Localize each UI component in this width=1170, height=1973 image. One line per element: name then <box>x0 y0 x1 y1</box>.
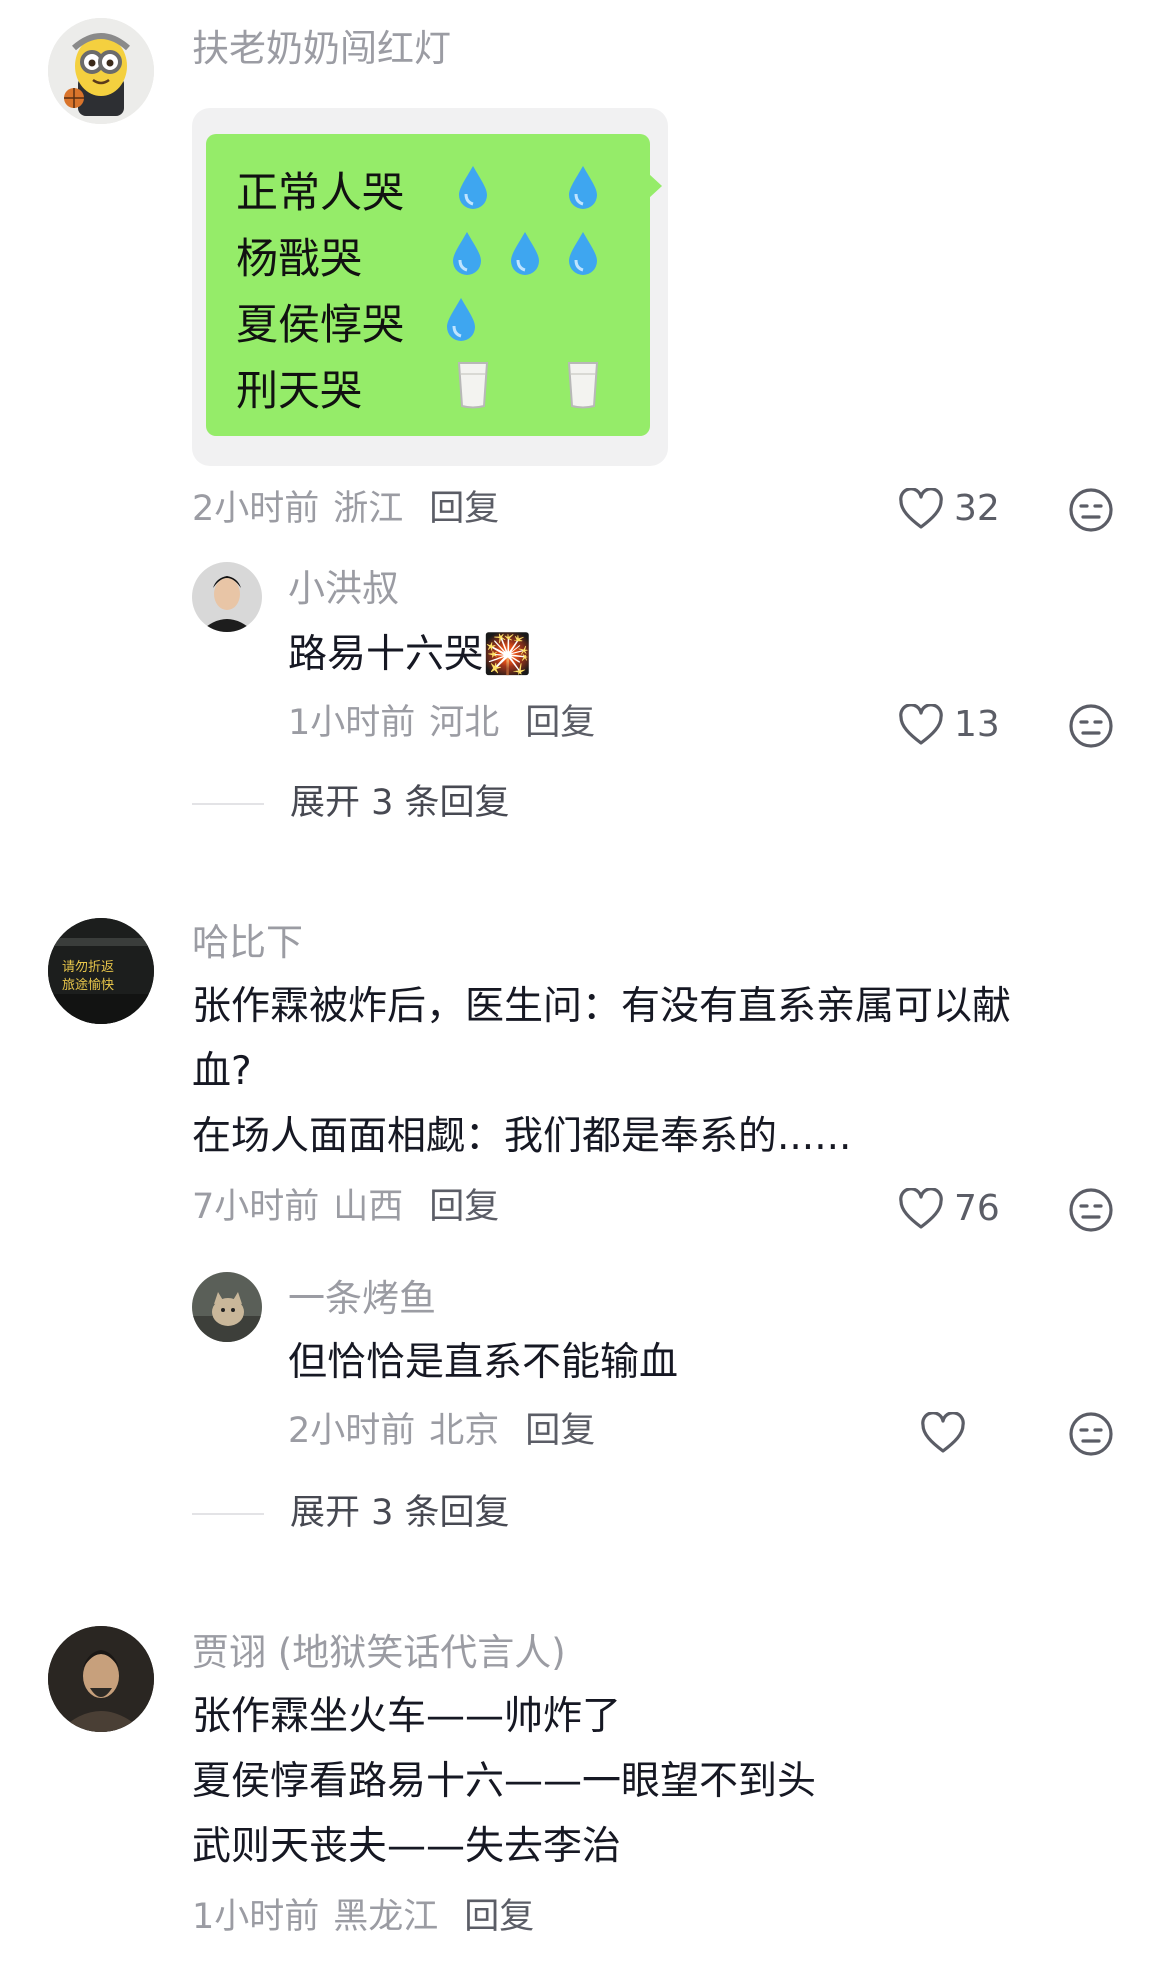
expand-replies-label: 展开 3 条回复 <box>290 1493 510 1533</box>
avatar-sign-text-2: 旅途愉快 <box>62 978 115 993</box>
reply-button[interactable]: 回复 <box>525 1411 595 1451</box>
cat-avatar-icon <box>192 1272 262 1342</box>
water-drop-icon <box>569 166 597 209</box>
heart-icon <box>899 488 943 529</box>
person-avatar-icon <box>192 562 262 632</box>
dislike-face-icon[interactable] <box>1068 1411 1114 1457</box>
chat-line-2: 杨戬哭 <box>236 234 363 283</box>
reply-time: 1小时前 <box>288 703 416 743</box>
water-drop-icon <box>453 232 481 275</box>
comment-time: 1小时前 <box>192 1897 320 1937</box>
avatar[interactable] <box>48 1626 154 1732</box>
avatar[interactable] <box>48 18 154 124</box>
reply-username[interactable]: 一条烤鱼 <box>288 1280 436 1317</box>
person-avatar-icon <box>48 1626 154 1732</box>
comment-username[interactable]: 贾诩 (地狱笑话代言人) <box>192 1634 566 1671</box>
water-drop-icon <box>459 166 487 209</box>
chat-line-3: 夏侯惇哭 <box>236 300 405 349</box>
milk-glass-icon <box>457 362 489 409</box>
bottom-mask <box>0 1943 1170 1973</box>
avatar[interactable] <box>192 562 262 632</box>
expand-replies-button[interactable]: 展开 3 条回复 <box>192 786 510 821</box>
comment-meta: 7小时前 山西 回复 <box>192 1190 499 1225</box>
like-button[interactable]: 32 <box>898 488 1000 530</box>
reply-meta: 2小时前 北京 回复 <box>288 1414 595 1449</box>
like-count: 32 <box>954 488 1000 529</box>
expand-replies-button[interactable]: 展开 3 条回复 <box>192 1496 510 1531</box>
dislike-face-icon[interactable] <box>1068 1187 1114 1233</box>
chat-line-4: 刑天哭 <box>236 366 363 415</box>
reply-button[interactable]: 回复 <box>464 1897 534 1937</box>
heart-icon <box>899 1188 943 1229</box>
reply-username[interactable]: 小洪叔 <box>288 570 399 607</box>
comment-line: 张作霖坐火车——帅炸了 <box>192 1694 622 1739</box>
comment-line: 在场人面面相觑：我们都是奉系的...... <box>192 1114 852 1159</box>
dislike-face-icon[interactable] <box>1068 703 1114 749</box>
reply-content: 路易十六哭🎇 <box>288 632 532 677</box>
comment-time: 2小时前 <box>192 489 320 529</box>
reply-button[interactable]: 回复 <box>429 489 499 529</box>
expand-replies-label: 展开 3 条回复 <box>290 783 510 823</box>
comment-line: 血? <box>192 1049 252 1094</box>
comment-meta: 1小时前 黑龙江 回复 <box>192 1900 534 1935</box>
reply-location: 北京 <box>429 1411 500 1451</box>
chat-bubble: 正常人哭 杨戬哭 夏侯惇哭 刑天哭 <box>206 134 662 436</box>
comment-content: 张作霖被炸后，医生问：有没有直系亲属可以献 血? 在场人面面相觑：我们都是奉系的… <box>192 974 1011 1169</box>
comment-username[interactable]: 哈比下 <box>192 924 303 961</box>
reply-location: 河北 <box>429 703 500 743</box>
reply-content: 但恰恰是直系不能输血 <box>288 1340 679 1385</box>
chat-line-1: 正常人哭 <box>236 168 405 217</box>
comment-username[interactable]: 扶老奶奶闯红灯 <box>192 30 451 67</box>
comment-line: 夏侯惇看路易十六——一眼望不到头 <box>192 1759 817 1804</box>
comment-meta: 2小时前 浙江 回复 <box>192 492 499 527</box>
divider <box>192 802 264 805</box>
minion-avatar-icon <box>48 18 154 124</box>
comment-location: 山西 <box>333 1187 404 1227</box>
comment-location: 浙江 <box>333 489 404 529</box>
like-button[interactable] <box>920 1412 976 1454</box>
heart-icon <box>899 704 943 745</box>
comment-line: 武则天丧夫——失去李治 <box>192 1824 622 1869</box>
heart-icon <box>921 1412 965 1453</box>
divider <box>192 1512 264 1515</box>
dislike-face-icon[interactable] <box>1068 487 1114 533</box>
water-drop-icon <box>511 232 539 275</box>
like-button[interactable]: 13 <box>898 704 1000 746</box>
comment-line: 张作霖被炸后，医生问：有没有直系亲属可以献 <box>192 984 1012 1029</box>
comment-content: 张作霖坐火车——帅炸了 夏侯惇看路易十六——一眼望不到头 武则天丧夫——失去李治 <box>192 1684 816 1879</box>
like-count: 13 <box>954 704 1000 745</box>
avatar-sign-text-1: 请勿折返 <box>62 960 115 975</box>
comment-location: 黑龙江 <box>333 1897 439 1937</box>
comment-time: 7小时前 <box>192 1187 320 1227</box>
reply-button[interactable]: 回复 <box>429 1187 499 1227</box>
milk-glass-icon <box>567 362 599 409</box>
avatar[interactable] <box>192 1272 262 1342</box>
comment-image[interactable]: 正常人哭 杨戬哭 夏侯惇哭 刑天哭 <box>192 108 668 466</box>
like-count: 76 <box>954 1188 1000 1229</box>
like-button[interactable]: 76 <box>898 1188 1000 1230</box>
water-drop-icon <box>569 232 597 275</box>
reply-button[interactable]: 回复 <box>525 703 595 743</box>
water-drop-icon <box>447 298 475 341</box>
reply-meta: 1小时前 河北 回复 <box>288 706 595 741</box>
reply-time: 2小时前 <box>288 1411 416 1451</box>
avatar[interactable]: 请勿折返 旅途愉快 <box>48 918 154 1024</box>
